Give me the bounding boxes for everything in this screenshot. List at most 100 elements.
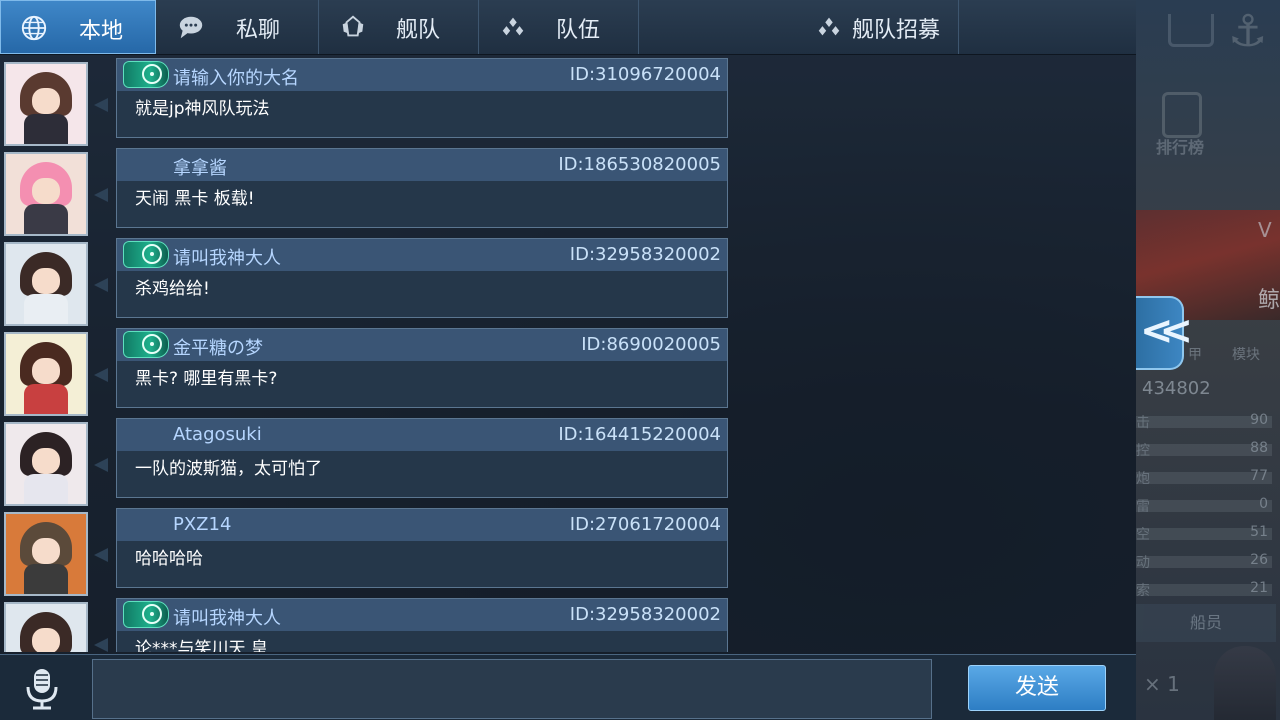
bubble-pointer <box>94 458 108 472</box>
stat-value: 51 <box>1250 524 1268 540</box>
shop-cart-icon[interactable] <box>1168 14 1214 47</box>
chat-input-bar: 发送 <box>0 654 1136 720</box>
message-list[interactable]: 请输入你的大名 ID:31096720004 就是jp神风队玩法拿拿酱 ID:1865… <box>0 56 740 652</box>
vip-badge-icon <box>123 331 169 358</box>
player-avatar[interactable] <box>4 242 88 326</box>
tab-private[interactable]: 私聊 <box>158 0 319 54</box>
player-avatar[interactable] <box>4 152 88 236</box>
team-icon <box>818 17 840 36</box>
message-header: PXZ14 ID:27061720004 <box>117 509 727 541</box>
sender-name[interactable]: Atagosuki <box>173 424 262 445</box>
message-bubble: 请输入你的大名 ID:31096720004 就是jp神风队玩法 <box>116 58 728 138</box>
sender-name[interactable]: 请叫我神大人 <box>173 604 281 630</box>
ship-stat-row: 雷0 <box>1136 496 1272 515</box>
player-avatar[interactable] <box>4 512 88 596</box>
sender-id: ID:186530820005 <box>558 154 721 175</box>
game-screen: ⚓ 排行榜 V 鲸 甲 模块 434802 击 90 控 88 炮 77 雷 0 空 51 动 26 索… <box>0 0 1280 720</box>
message-header: 请叫我神大人 ID:32958320002 <box>117 239 727 271</box>
sender-id: ID:31096720004 <box>569 64 721 85</box>
ship-stat-row: 控 88 <box>1136 440 1272 459</box>
message-bubble: PXZ14 ID:27061720004 哈哈哈哈 <box>116 508 728 588</box>
vip-badge-icon <box>123 241 169 268</box>
chat-message-input[interactable] <box>92 659 932 719</box>
message-bubble: Atagosuki ID:164415220004 一队的波斯猫，太可怕了 <box>116 418 728 498</box>
player-avatar[interactable] <box>4 602 88 652</box>
message-text: 论***与笑川天 皇 <box>135 639 268 652</box>
send-button[interactable]: 发送 <box>968 665 1106 711</box>
stat-label: 雷 <box>1136 499 1150 515</box>
ranking-label[interactable]: 排行榜 <box>1156 134 1204 158</box>
globe-icon <box>21 15 47 41</box>
message-text: 一队的波斯猫，太可怕了 <box>135 459 322 479</box>
chat-panel: 本地 私聊 舰队 队伍 舰队招募 请输入你的大名 ID:31096720004 … <box>0 0 1136 720</box>
sender-name[interactable]: 请输入你的大名 <box>173 64 299 90</box>
message-header: Atagosuki ID:164415220004 <box>117 419 727 451</box>
ship-name-char: 鲸 <box>1258 288 1280 313</box>
chat-message: Atagosuki ID:164415220004 一队的波斯猫，太可怕了 <box>0 418 740 506</box>
tab-label: 私聊 <box>236 18 281 43</box>
ship-wheel-icon <box>142 64 162 84</box>
tab-team[interactable]: 队伍 <box>480 0 639 54</box>
chat-message: 请输入你的大名 ID:31096720004 就是jp神风队玩法 <box>0 58 740 146</box>
tab-fleet[interactable]: 舰队 <box>320 0 479 54</box>
anchor-icon[interactable]: ⚓ <box>1228 6 1267 57</box>
ship-stat-row: 动 26 <box>1136 552 1272 571</box>
sender-id: ID:8690020005 <box>581 334 721 355</box>
team-icon <box>502 17 524 36</box>
message-header: 拿拿酱 ID:186530820005 <box>117 149 727 181</box>
stat-value: 0 <box>1259 496 1268 512</box>
ship-wheel-icon <box>142 604 162 624</box>
message-text: 就是jp神风队玩法 <box>135 99 270 119</box>
ship-info-panel: ⚓ 排行榜 V 鲸 甲 模块 434802 击 90 控 88 炮 77 雷 0 空 51 动 26 索… <box>1136 0 1280 720</box>
message-text: 哈哈哈哈 <box>135 549 203 569</box>
vip-badge-icon <box>123 61 169 88</box>
sender-name[interactable]: 拿拿酱 <box>173 154 227 180</box>
ship-stat-row: 击 90 <box>1136 412 1272 431</box>
bubble-pointer <box>94 188 108 202</box>
stat-label: 空 <box>1136 527 1150 543</box>
stat-label: 炮 <box>1136 471 1150 487</box>
sender-name[interactable]: 请叫我神大人 <box>173 244 281 270</box>
vip-badge-icon <box>123 601 169 628</box>
stat-label: 索 <box>1136 583 1150 599</box>
stat-value: 77 <box>1250 468 1268 484</box>
collapse-chat-button[interactable]: << <box>1136 296 1193 370</box>
tab-label: 舰队 <box>396 18 441 43</box>
crew-button[interactable]: 船员 <box>1136 604 1276 642</box>
tab-label: 舰队招募 <box>852 18 941 43</box>
bubble-pointer <box>94 548 108 562</box>
sender-id: ID:27061720004 <box>569 514 721 535</box>
chat-bubble-icon <box>179 16 203 39</box>
captain-portrait[interactable] <box>1214 646 1276 720</box>
ship-stat-row: 索 21 <box>1136 580 1272 599</box>
chat-message: 请叫我神大人 ID:32958320002 杀鸡给给! <box>0 238 740 326</box>
message-header: 请输入你的大名 ID:31096720004 <box>117 59 727 91</box>
module-label[interactable]: 模块 <box>1232 344 1260 364</box>
player-avatar[interactable] <box>4 62 88 146</box>
tab-label: 本地 <box>79 19 124 44</box>
chat-message: 金平糖の梦 ID:8690020005 黑卡? 哪里有黑卡? <box>0 328 740 416</box>
stat-label: 控 <box>1136 443 1150 459</box>
item-count: × 1 <box>1144 672 1180 696</box>
stat-bar <box>1136 500 1272 512</box>
tab-local[interactable]: 本地 <box>0 0 156 54</box>
armor-label: 甲 <box>1188 347 1202 363</box>
tab-fleet-recruit[interactable]: 舰队招募 <box>640 0 959 54</box>
player-avatar[interactable] <box>4 422 88 506</box>
sender-name[interactable]: 金平糖の梦 <box>173 334 263 360</box>
ship-wheel-icon <box>142 334 162 354</box>
bubble-pointer <box>94 368 108 382</box>
player-avatar[interactable] <box>4 332 88 416</box>
ship-stat-row: 空 51 <box>1136 524 1272 543</box>
ship-wheel-icon <box>142 244 162 264</box>
sender-id: ID:32958320002 <box>569 604 721 625</box>
sender-name[interactable]: PXZ14 <box>173 514 231 535</box>
microphone-icon[interactable] <box>20 665 64 711</box>
fleet-emblem-icon <box>342 15 364 37</box>
message-text: 黑卡? 哪里有黑卡? <box>135 369 278 389</box>
message-header: 金平糖の梦 ID:8690020005 <box>117 329 727 361</box>
message-text: 杀鸡给给! <box>135 279 210 299</box>
tab-label: 队伍 <box>556 18 601 43</box>
ranking-icon[interactable] <box>1162 92 1202 138</box>
chat-message: PXZ14 ID:27061720004 哈哈哈哈 <box>0 508 740 596</box>
